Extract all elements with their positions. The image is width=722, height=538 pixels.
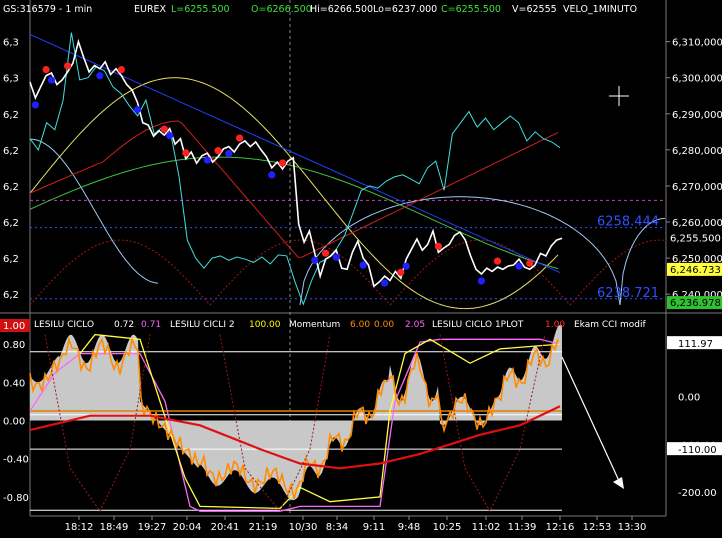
- swing-low-marker: [225, 150, 233, 158]
- swing-low-marker: [332, 253, 340, 261]
- cci-value-badge: 111.97: [678, 339, 713, 350]
- time-tick-label: 11:02: [472, 522, 501, 533]
- swing-low-marker: [166, 131, 174, 140]
- header-symbol: GS:316579 - 1 min: [3, 4, 92, 15]
- upper-level-label: 6258.444: [597, 215, 659, 230]
- chart-window: 6,310,000 6,3 6,300,000 6,3 6,290,000 6,2 6,28…: [0, 0, 722, 534]
- time-tick-label: 9:48: [398, 522, 420, 533]
- indicator-header-item: Momentum: [289, 320, 340, 330]
- last-price-badge: 6,255.500: [670, 233, 721, 244]
- swing-low-marker: [268, 171, 276, 179]
- price-left-tick-label: 6,2: [3, 290, 19, 301]
- indicator-header-item: 0.71: [141, 320, 161, 330]
- swing-low-marker: [477, 277, 485, 285]
- header-indicator: VELO_1MINUTO: [563, 4, 637, 15]
- time-tick-label: 12:16: [546, 522, 575, 533]
- swing-high-marker: [235, 134, 244, 142]
- swing-low-marker: [47, 76, 56, 84]
- header-lo: Lo=6237.000: [373, 4, 437, 15]
- price-left-tick-label: 6,2: [3, 254, 19, 265]
- price-left-tick-label: 6,2: [3, 110, 19, 121]
- swing-low-marker: [359, 261, 367, 269]
- time-tick-label: 10:25: [433, 522, 462, 533]
- time-tick-label: 19:27: [138, 522, 167, 533]
- indicator-header-item: 0.72: [114, 320, 134, 330]
- indicator-header-item: 1.00: [545, 320, 565, 330]
- indicator-header-item: LESILU CICLO 1PLOT: [432, 320, 524, 330]
- osc-left-tick-label: -0.80: [3, 493, 29, 504]
- price-left-tick-label: 6,2: [3, 218, 19, 229]
- swing-low-marker: [31, 101, 39, 109]
- swing-high-marker: [117, 65, 125, 74]
- header-close: C=6255.500: [441, 4, 501, 15]
- swing-high-marker: [160, 125, 168, 133]
- swing-low-marker: [515, 262, 523, 270]
- indicator-header-item: 100.00: [249, 320, 281, 330]
- swing-high-marker: [42, 65, 50, 74]
- swing-high-marker: [214, 147, 222, 155]
- osc-left-tick-label: 0.00: [3, 417, 25, 428]
- indicator-header-item: LESILU CICLI 2: [170, 320, 235, 330]
- price-tick-label: 6,280,000: [672, 146, 722, 157]
- price-tick-label: 6,300,000: [672, 74, 722, 85]
- lower-level-label: 6238.721: [597, 286, 659, 301]
- time-tick-label: 18:49: [100, 522, 129, 533]
- swing-high-marker: [278, 159, 287, 167]
- time-tick-label: 8:34: [326, 522, 348, 533]
- time-tick-label: 13:30: [618, 522, 647, 533]
- header-low: L=6255.500: [171, 4, 230, 15]
- indicator-header-item: 6.00: [350, 320, 370, 330]
- header-volume: V=62555: [512, 4, 557, 15]
- swing-high-marker: [526, 259, 534, 267]
- swing-high-marker: [434, 242, 443, 250]
- swing-low-marker: [96, 72, 104, 80]
- price-tick-label: 6,290,000: [672, 110, 722, 121]
- swing-low-marker: [203, 156, 211, 164]
- header-open: O=6266.500: [251, 4, 312, 15]
- yellow-level-badge: 6,246.733: [670, 265, 721, 276]
- swing-low-marker: [133, 106, 142, 114]
- swing-high-marker: [493, 257, 502, 265]
- trading-chart: 6,310,0006,36,300,0006,36,290,0006,26,28…: [0, 0, 722, 534]
- price-tick-label: 6,310,000: [672, 38, 722, 49]
- indicator-header-item: 2.05: [405, 320, 425, 330]
- swing-low-marker: [402, 262, 410, 270]
- cci-tick-label: 0.00: [678, 393, 700, 404]
- indicator-header-item: LESILU CICLO: [34, 320, 94, 330]
- osc-left-tick-label: -0.40: [3, 455, 29, 466]
- header-exchange: EUREX: [134, 4, 167, 15]
- cci-tick-label: -200.00: [678, 488, 717, 499]
- time-tick-label: 11:39: [508, 522, 537, 533]
- time-tick-label: 20:04: [173, 522, 202, 533]
- indicator-header-item: Ekam CCI modif: [574, 320, 646, 330]
- price-tick-label: 6,270,000: [672, 182, 722, 193]
- time-tick-label: 10/30: [289, 522, 318, 533]
- swing-high-marker: [397, 268, 405, 276]
- price-left-tick-label: 6,3: [3, 38, 19, 49]
- swing-low-marker: [311, 256, 319, 265]
- time-tick-label: 12:53: [583, 522, 612, 533]
- time-tick-label: 20:41: [211, 522, 240, 533]
- price-left-tick-label: 6,2: [3, 146, 19, 157]
- header-high: Hi=6266.500: [310, 4, 373, 15]
- swing-high-marker: [321, 249, 330, 257]
- price-tick-label: 6,260,000: [672, 218, 722, 229]
- green-level-badge: 6,236.978: [670, 298, 721, 309]
- price-left-tick-label: 6,2: [3, 182, 19, 193]
- swing-high-marker: [182, 149, 190, 157]
- osc-left-tick-label: 0.40: [3, 378, 25, 389]
- cci-neg-badge: -110.00: [678, 445, 717, 456]
- time-tick-label: 21:19: [249, 522, 278, 533]
- osc-level-badge: 1.00: [3, 321, 25, 332]
- time-tick-label: 9:11: [363, 522, 385, 533]
- indicator-header-item: 0.00: [374, 320, 394, 330]
- swing-low-marker: [381, 279, 389, 287]
- osc-left-tick-label: 0.80: [3, 340, 25, 351]
- time-tick-label: 18:12: [65, 522, 94, 533]
- price-left-tick-label: 6,3: [3, 74, 19, 85]
- swing-high-marker: [64, 62, 72, 70]
